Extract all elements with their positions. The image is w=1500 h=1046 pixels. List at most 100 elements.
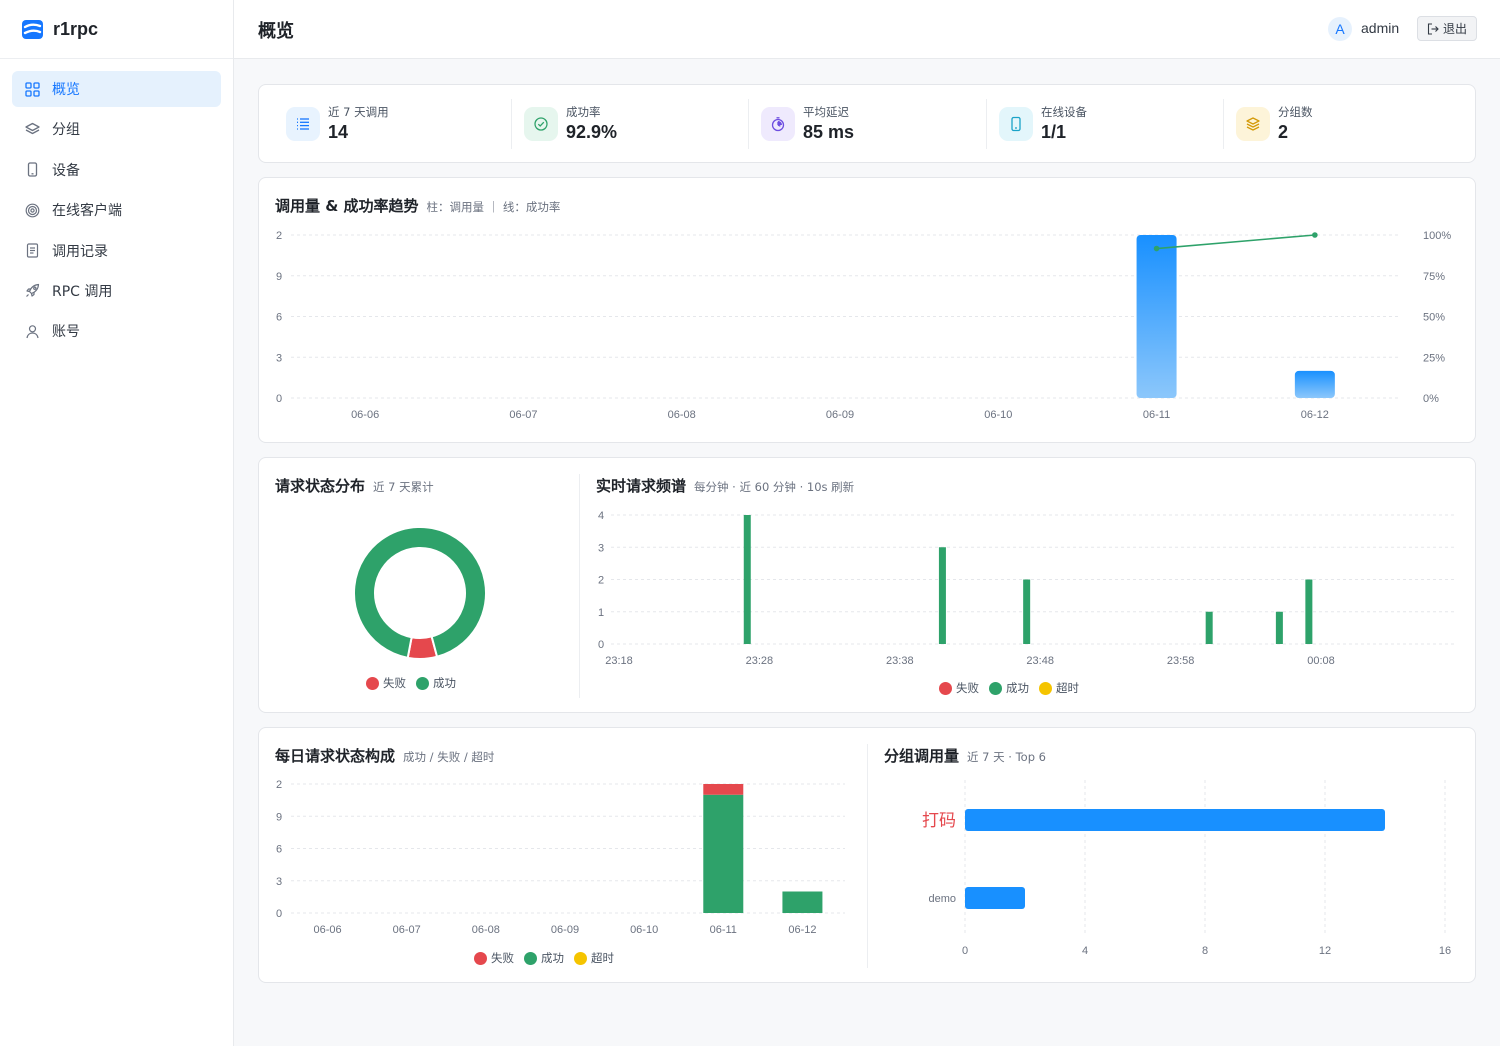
legend-dot	[1039, 681, 1052, 695]
list-icon	[286, 107, 320, 141]
document-icon	[24, 243, 40, 259]
stat-avg-latency: 平均延迟 85 ms	[761, 99, 854, 149]
grid-icon	[24, 81, 40, 97]
y-right-tick-label: 0%	[1423, 393, 1439, 405]
logout-label: 退出	[1442, 22, 1467, 36]
realtime-legend: 失败 成功 超时	[939, 680, 1079, 696]
sidebar-item-label: 账号	[52, 324, 80, 341]
top-header: 概览 A admin 退出	[234, 0, 1500, 59]
status-card: 请求状态分布近 7 天累计 失败 成功 实时请求频谱 每分钟 · 近 60 分钟 …	[258, 457, 1476, 713]
username[interactable]: admin	[1361, 20, 1399, 36]
brand[interactable]: r1rpc	[0, 0, 233, 59]
sidebar-item-call-logs[interactable]: 调用记录	[12, 233, 221, 269]
stat-calls-7d: 近 7 天调用 14	[286, 99, 389, 149]
bar	[1305, 579, 1313, 644]
trend-card: 调用量 & 成功率趋势 柱：调用量 ｜ 线：成功率 2 9 6 3 0 100% 75% 50%…	[258, 177, 1476, 443]
logout-icon	[1427, 22, 1439, 35]
x-tick-label: 06-10	[984, 409, 1012, 421]
y-tick-label: 1	[598, 607, 604, 619]
y-tick-label: 0	[598, 639, 604, 651]
x-tick-label: 23:38	[886, 655, 914, 667]
app-name: r1rpc	[53, 18, 99, 39]
rocket-icon	[24, 283, 40, 299]
success-rate-point	[1312, 232, 1318, 238]
x-tick-label: 23:18	[605, 655, 633, 667]
legend-timeout[interactable]: 超时	[1039, 680, 1079, 696]
sidebar-item-rpc-call[interactable]: RPC 调用	[12, 273, 221, 309]
y-tick-label: 0	[276, 393, 282, 405]
bar	[1275, 611, 1283, 644]
sidebar-item-devices[interactable]: 设备	[12, 152, 221, 188]
bar	[1023, 579, 1031, 644]
y-right-tick-label: 50%	[1423, 312, 1445, 324]
sidebar-item-label: RPC 调用	[52, 283, 113, 300]
sidebar-item-online-clients[interactable]: 在线客户端	[12, 192, 221, 228]
stat-online-devices: 在线设备 1/1	[999, 99, 1087, 149]
divider	[748, 99, 749, 149]
legend-dot	[939, 681, 952, 695]
sidebar-item-groups[interactable]: 分组	[12, 111, 221, 147]
legend-label: 成功	[1006, 681, 1029, 695]
x-tick-label: 23:58	[1167, 655, 1195, 667]
sidebar-item-label: 概览	[52, 82, 80, 98]
layers-icon	[24, 121, 40, 137]
y-category-label: demo	[928, 893, 956, 905]
check-circle-icon	[524, 107, 558, 141]
y-category-label: 打码	[922, 811, 956, 830]
avatar[interactable]: A	[1328, 17, 1352, 41]
stopwatch-icon	[761, 107, 795, 141]
sidebar-item-label: 设备	[52, 162, 80, 179]
x-tick-label: 8	[1202, 945, 1208, 957]
y-tick-label: 9	[276, 271, 282, 283]
stat-value: 2	[1278, 122, 1289, 142]
y-tick-label: 4	[598, 510, 604, 522]
trend-chart: 2 9 6 3 0 100% 75% 50% 25% 0% 06-06 06-07 06-08 06-09…	[276, 230, 1451, 421]
stack-icon	[1236, 107, 1270, 141]
y-right-tick-label: 75%	[1423, 271, 1445, 283]
bar	[965, 887, 1025, 909]
y-tick-label: 2	[598, 575, 604, 587]
stat-success-rate: 成功率 92.9%	[524, 99, 617, 149]
bar	[965, 809, 1385, 831]
realtime-chart: 4 3 2 1 023:18 23:28 23:38 23:48 23:58 00:08	[598, 510, 1457, 667]
divider	[1223, 99, 1224, 149]
bar	[743, 515, 751, 644]
y-right-tick-label: 25%	[1423, 352, 1445, 364]
phone-icon	[24, 162, 40, 178]
y-tick-label: 3	[276, 352, 282, 364]
sidebar: r1rpc 概览 分组 设备 在线客户端 调用记录 RPC 调用 账号	[0, 0, 234, 1046]
logo-icon	[22, 19, 43, 39]
divider	[511, 99, 512, 149]
user-icon	[24, 323, 40, 339]
legend-fail[interactable]: 失败	[939, 680, 979, 696]
stat-label: 成功率	[566, 105, 601, 119]
stat-label: 平均延迟	[803, 105, 849, 119]
stat-value: 1/1	[1041, 122, 1067, 142]
x-tick-label: 06-08	[668, 409, 696, 421]
x-tick-label: 16	[1439, 945, 1451, 957]
sidebar-item-label: 在线客户端	[52, 203, 122, 220]
device-icon	[999, 107, 1033, 141]
y-tick-label: 2	[276, 230, 282, 242]
bar	[1205, 611, 1213, 644]
legend-success[interactable]: 成功	[989, 680, 1029, 696]
bar	[1136, 235, 1177, 398]
legend-dot	[989, 681, 1002, 695]
daily-card: 每日请求状态构成 成功 / 失败 / 超时 2 9 6 3 0 06-06 06-07 06-0…	[258, 727, 1476, 983]
sidebar-item-label: 分组	[52, 122, 80, 139]
stat-label: 近 7 天调用	[328, 105, 389, 119]
stat-value: 14	[328, 122, 349, 142]
sidebar-item-label: 调用记录	[52, 243, 108, 260]
x-tick-label: 00:08	[1307, 655, 1335, 667]
sidebar-item-overview[interactable]: 概览	[12, 71, 221, 107]
sidebar-item-account[interactable]: 账号	[12, 313, 221, 349]
x-tick-label: 06-07	[509, 409, 537, 421]
x-tick-label: 06-12	[1301, 409, 1329, 421]
x-tick-label: 06-09	[826, 409, 854, 421]
stat-label: 分组数	[1278, 105, 1313, 119]
x-tick-label: 12	[1319, 945, 1331, 957]
legend-label: 失败	[956, 681, 979, 695]
logout-button[interactable]: 退出	[1417, 16, 1477, 41]
success-rate-line	[1156, 234, 1315, 250]
page-title: 概览	[258, 21, 294, 42]
